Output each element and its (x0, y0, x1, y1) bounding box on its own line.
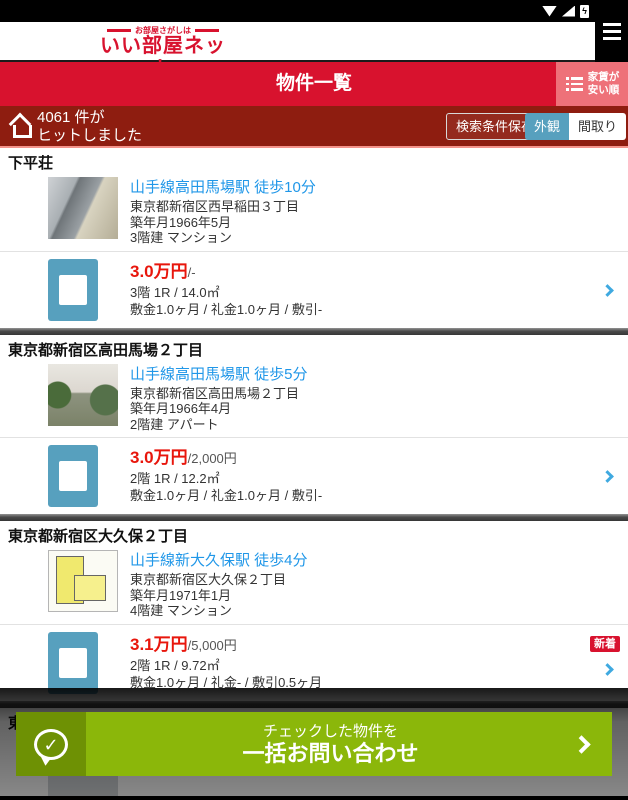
room-fees: 敷金1.0ヶ月 / 礼金1.0ヶ月 / 敷引- (130, 301, 323, 317)
station-link[interactable]: 山手線新大久保駅 徒歩4分 (130, 551, 308, 570)
property-floorplan-image (48, 550, 118, 612)
chevron-right-icon (572, 734, 591, 754)
property-built: 築年月1966年5月 (130, 214, 232, 230)
room-spec: 2階 1R / 9.72㎡ (130, 657, 220, 673)
result-count-bar: 4061 件が ヒットしました 検索条件保存 外観 間取り (0, 106, 628, 148)
property-info: 山手線高田馬場駅 徒歩5分 東京都新宿区高田馬場２丁目 築年月1966年4月 2… (130, 364, 308, 433)
page-header: 物件一覧 家賃が 安い順 (0, 62, 628, 106)
home-icon[interactable] (8, 115, 32, 139)
room-details: 3.0万円/2,000円 2階 1R / 12.2㎡ 敷金1.0ヶ月 / 礼金1… (130, 445, 322, 507)
status-bar: ϟ 4:30 (0, 0, 628, 22)
sort-button-label: 家賃が 安い順 (587, 71, 620, 96)
result-count-text: 4061 件が ヒットしました (37, 109, 143, 144)
hamburger-menu-button[interactable] (595, 0, 628, 62)
property-name: 東京都新宿区高田馬場２丁目 (8, 341, 204, 359)
property-address: 東京都新宿区大久保２丁目 (130, 572, 287, 587)
page-title: 物件一覧 (275, 73, 352, 94)
room-spec: 3階 1R / 14.0㎡ (130, 284, 220, 300)
wifi-icon (541, 5, 557, 17)
rent-fee-suffix: /5,000円 (187, 637, 237, 653)
toggle-floorplan-view[interactable]: 間取り (568, 113, 626, 140)
room-checkbox[interactable] (48, 631, 98, 694)
property-building-type: 3階建 マンション (130, 230, 232, 245)
room-spec: 2階 1R / 12.2㎡ (130, 471, 220, 486)
cta-icon-panel: ✓ (16, 712, 86, 776)
property-building-type: 4階建 マンション (130, 603, 232, 618)
room-details: 3.0万円/- 3階 1R / 14.0㎡ 敷金1.0ヶ月 / 礼金1.0ヶ月 … (130, 259, 322, 321)
logo-tagline: お部屋さがしは (95, 26, 231, 35)
property-address: 東京都新宿区高田馬場２丁目 (130, 385, 300, 401)
bulk-inquiry-button[interactable]: ✓ チェックした物件を 一括お問い合わせ (16, 712, 612, 776)
logo-bar-right (195, 29, 219, 32)
section-separator (0, 514, 628, 521)
room-checkbox[interactable] (48, 445, 98, 507)
station-link[interactable]: 山手線高田馬場駅 徒歩10分 (130, 178, 316, 197)
room-row[interactable]: 3.0万円/2,000円 2階 1R / 12.2㎡ 敷金1.0ヶ月 / 礼金1… (0, 438, 628, 514)
battery-charging-icon: ϟ (579, 4, 589, 18)
view-toggle: 外観 間取り (524, 113, 626, 140)
list-sort-icon (565, 77, 583, 91)
chevron-right-icon[interactable] (601, 283, 614, 297)
room-fees: 敷金1.0ヶ月 / 礼金1.0ヶ月 / 敷引- (130, 488, 323, 503)
property-name: 東京都新宿区大久保２丁目 (8, 528, 189, 545)
property-info: 山手線高田馬場駅 徒歩10分 東京都新宿区西早稲田３丁目 築年月1966年5月 … (130, 177, 316, 246)
logo-bar-left (107, 29, 131, 32)
bottom-edge (0, 796, 628, 800)
room-details: 3.1万円/5,000円 2階 1R / 9.72㎡ 敷金1.0ヶ月 / 礼金-… (130, 632, 322, 694)
station-link[interactable]: 山手線高田馬場駅 徒歩5分 (130, 365, 308, 384)
rent-price: 3.0万円 (130, 448, 188, 467)
chevron-right-icon[interactable] (601, 470, 614, 483)
listing-item-1: 下平荘 山手線高田馬場駅 徒歩10分 東京都新宿区西早稲田３丁目 築年月1966… (0, 148, 628, 335)
section-separator (0, 327, 628, 335)
hamburger-icon (602, 22, 621, 26)
listing-item-2: 東京都新宿区高田馬場２丁目 山手線高田馬場駅 徒歩5分 東京都新宿区高田馬場２丁… (0, 334, 628, 521)
rent-price: 3.1万円 (130, 634, 188, 654)
property-info: 山手線新大久保駅 徒歩4分 東京都新宿区大久保２丁目 築年月1971年1月 4階… (130, 550, 308, 619)
property-built: 築年月1966年4月 (130, 401, 232, 416)
property-photo (48, 177, 118, 239)
new-listing-badge: 新着 (590, 635, 620, 652)
rent-fee-suffix: /- (187, 264, 196, 280)
property-summary[interactable]: 山手線高田馬場駅 徒歩5分 東京都新宿区高田馬場２丁目 築年月1966年4月 2… (48, 363, 628, 433)
sort-by-rent-button[interactable]: 家賃が 安い順 (556, 62, 628, 106)
room-checkbox[interactable] (48, 258, 98, 321)
property-built: 築年月1971年1月 (130, 587, 232, 603)
app-bar: お部屋さがしは いい部屋ネット (0, 22, 628, 80)
cell-signal-icon (561, 5, 575, 17)
rent-price: 3.0万円 (130, 261, 188, 281)
checked-speech-bubble-icon: ✓ (34, 728, 68, 760)
cta-label: チェックした物件を 一括お問い合わせ (242, 722, 419, 766)
toggle-exterior-view[interactable]: 外観 (524, 113, 569, 140)
chevron-right-icon[interactable] (601, 662, 614, 676)
property-summary[interactable]: 山手線高田馬場駅 徒歩10分 東京都新宿区西早稲田３丁目 築年月1966年5月 … (48, 177, 628, 246)
rent-fee-suffix: /2,000円 (187, 451, 237, 466)
property-building-type: 2階建 アパート (130, 416, 219, 432)
listing-item-3: 東京都新宿区大久保２丁目 山手線新大久保駅 徒歩4分 東京都新宿区大久保２丁目 … (0, 521, 628, 708)
property-address: 東京都新宿区西早稲田３丁目 (130, 199, 300, 214)
property-name: 下平荘 (8, 155, 54, 172)
room-row[interactable]: 3.0万円/- 3階 1R / 14.0㎡ 敷金1.0ヶ月 / 礼金1.0ヶ月 … (0, 252, 628, 328)
property-photo (48, 363, 118, 426)
property-summary[interactable]: 山手線新大久保駅 徒歩4分 東京都新宿区大久保２丁目 築年月1971年1月 4階… (48, 550, 628, 619)
logo-tagline-text: お部屋さがしは (135, 26, 191, 35)
app-screen: ϟ 4:30 お部屋さがしは いい部屋ネット 物件一覧 家賃が 安い順 (0, 0, 628, 800)
